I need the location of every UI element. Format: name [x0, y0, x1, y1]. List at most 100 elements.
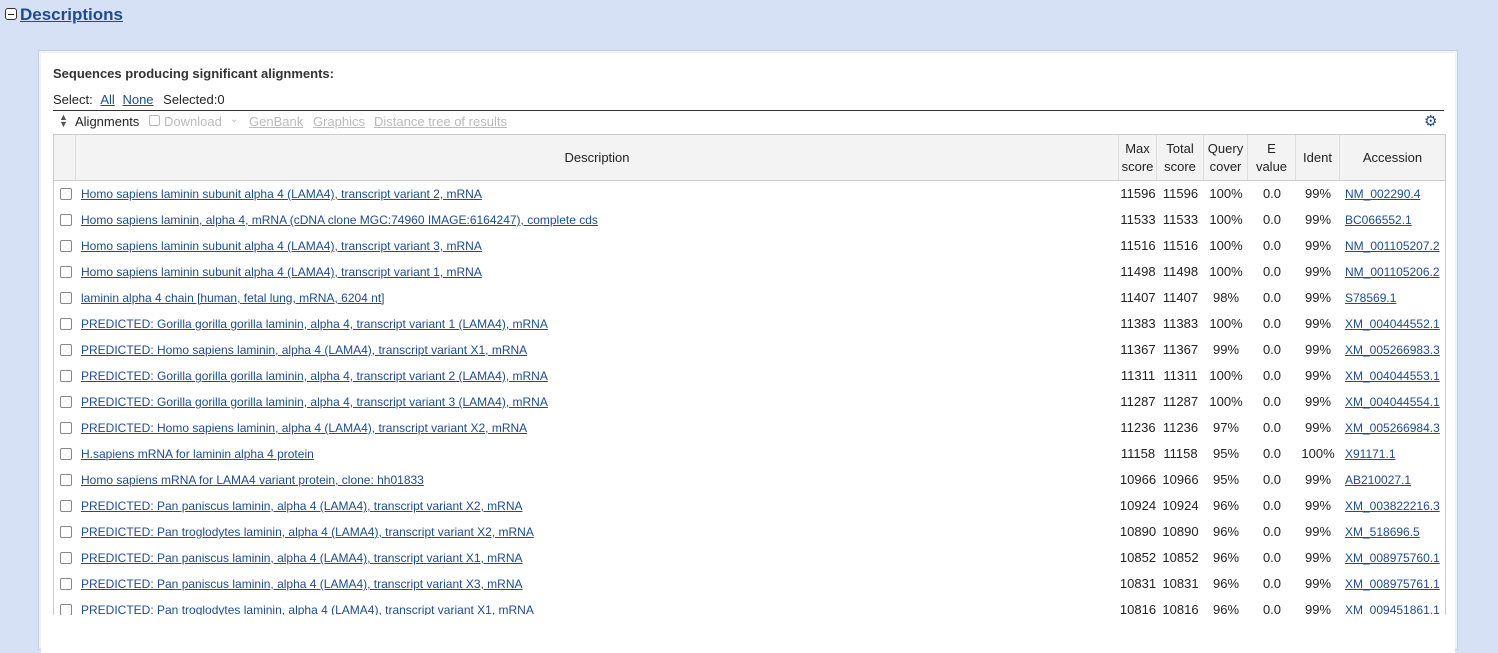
header-query-cover[interactable]: Query cover — [1204, 135, 1248, 180]
e-value-cell: 0.0 — [1262, 498, 1282, 513]
row-checkbox[interactable] — [60, 526, 72, 538]
max-score-cell: 10924 — [1119, 498, 1157, 513]
row-checkbox[interactable] — [60, 214, 72, 226]
description-link[interactable]: Homo sapiens laminin subunit alpha 4 (LA… — [81, 239, 482, 253]
header-e-value[interactable]: Evalue — [1248, 135, 1296, 180]
section-title[interactable]: Descriptions — [20, 5, 123, 25]
total-score-cell: 10852 — [1162, 550, 1199, 565]
description-link[interactable]: PREDICTED: Gorilla gorilla gorilla lamin… — [81, 395, 548, 409]
row-checkbox[interactable] — [60, 474, 72, 486]
row-checkbox[interactable] — [60, 344, 72, 356]
header-max-score[interactable]: Max score — [1119, 135, 1157, 180]
row-checkbox[interactable] — [60, 318, 72, 330]
ident-cell: 99% — [1304, 368, 1332, 383]
total-score-cell: 11158 — [1163, 446, 1198, 461]
description-link[interactable]: PREDICTED: Homo sapiens laminin, alpha 4… — [81, 343, 527, 357]
table-header: Description Max score Total score Query cov… — [54, 135, 1445, 181]
description-link[interactable]: PREDICTED: Pan troglodytes laminin, alph… — [81, 525, 534, 539]
e-value-cell: 0.0 — [1262, 576, 1282, 591]
ident-cell: 99% — [1304, 602, 1332, 615]
query-cover-cell: 96% — [1212, 524, 1240, 539]
distance-tree-link[interactable]: Distance tree of results — [374, 114, 507, 129]
e-value-cell: 0.0 — [1262, 602, 1282, 615]
total-score-cell: 11533 — [1162, 212, 1199, 227]
accession-link[interactable]: NM_001105206.2 — [1345, 265, 1440, 279]
accession-link[interactable]: NM_002290.4 — [1345, 187, 1420, 201]
row-checkbox[interactable] — [60, 188, 72, 200]
description-link[interactable]: Homo sapiens laminin subunit alpha 4 (LA… — [81, 265, 482, 279]
row-checkbox[interactable] — [60, 292, 72, 304]
accession-link[interactable]: XM_005266984.3 — [1345, 421, 1440, 435]
accession-link[interactable]: S78569.1 — [1345, 291, 1396, 305]
description-link[interactable]: PREDICTED: Pan paniscus laminin, alpha 4… — [81, 551, 523, 565]
accession-link[interactable]: AB210027.1 — [1345, 473, 1411, 487]
description-link[interactable]: PREDICTED: Gorilla gorilla gorilla lamin… — [81, 369, 548, 383]
accession-link[interactable]: XM_008975760.1 — [1345, 551, 1440, 565]
header-description[interactable]: Description — [76, 135, 1119, 180]
total-score-cell: 10831 — [1162, 576, 1199, 591]
e-value-cell: 0.0 — [1262, 186, 1282, 201]
accession-link[interactable]: XM_518696.5 — [1345, 525, 1420, 539]
query-cover-cell: 96% — [1212, 498, 1240, 513]
description-link[interactable]: PREDICTED: Pan paniscus laminin, alpha 4… — [81, 499, 523, 513]
row-checkbox[interactable] — [60, 396, 72, 408]
row-checkbox[interactable] — [60, 370, 72, 382]
description-link[interactable]: PREDICTED: Pan paniscus laminin, alpha 4… — [81, 577, 523, 591]
accession-link[interactable]: XM_004044553.1 — [1345, 369, 1440, 383]
gear-icon[interactable]: ⚙ — [1424, 114, 1438, 129]
max-score-cell: 10890 — [1119, 524, 1157, 539]
row-checkbox[interactable] — [60, 448, 72, 460]
table-row: PREDICTED: Gorilla gorilla gorilla lamin… — [54, 311, 1445, 337]
description-link[interactable]: PREDICTED: Gorilla gorilla gorilla lamin… — [81, 317, 548, 331]
description-link[interactable]: laminin alpha 4 chain [human, fetal lung… — [81, 291, 385, 305]
genbank-link[interactable]: GenBank — [249, 114, 303, 129]
description-link[interactable]: Homo sapiens laminin subunit alpha 4 (LA… — [81, 187, 482, 201]
query-cover-cell: 100% — [1209, 394, 1243, 409]
select-all-link[interactable]: All — [100, 92, 114, 107]
accession-link[interactable]: XM_009451861.1 — [1345, 603, 1440, 615]
description-link[interactable]: Homo sapiens mRNA for LAMA4 variant prot… — [81, 473, 424, 487]
e-value-cell: 0.0 — [1262, 316, 1282, 331]
header-total-score[interactable]: Total score — [1157, 135, 1204, 180]
query-cover-cell: 95% — [1212, 446, 1240, 461]
row-checkbox[interactable] — [60, 500, 72, 512]
row-checkbox[interactable] — [60, 552, 72, 564]
row-checkbox[interactable] — [60, 240, 72, 252]
row-checkbox[interactable] — [60, 604, 72, 615]
description-link[interactable]: H.sapiens mRNA for laminin alpha 4 prote… — [81, 447, 314, 461]
sort-icon[interactable]: ▲ ▼ — [59, 113, 69, 129]
accession-link[interactable]: BC066552.1 — [1345, 213, 1412, 227]
description-link[interactable]: PREDICTED: Homo sapiens laminin, alpha 4… — [81, 421, 527, 435]
select-none-link[interactable]: None — [122, 92, 153, 107]
graphics-link[interactable]: Graphics — [313, 114, 365, 129]
accession-link[interactable]: XM_004044552.1 — [1345, 317, 1440, 331]
accession-link[interactable]: XM_005266983.3 — [1345, 343, 1440, 357]
accession-link[interactable]: XM_003822216.3 — [1345, 499, 1440, 513]
accession-link[interactable]: X91171.1 — [1345, 447, 1396, 461]
total-score-cell: 11498 — [1162, 264, 1199, 279]
accession-link[interactable]: XM_004044554.1 — [1345, 395, 1440, 409]
header-accession[interactable]: Accession — [1340, 135, 1445, 180]
query-cover-cell: 98% — [1212, 290, 1240, 305]
download-button[interactable]: Download — [164, 114, 222, 129]
e-value-cell: 0.0 — [1262, 394, 1282, 409]
header-ident[interactable]: Ident — [1296, 135, 1340, 180]
max-score-cell: 11407 — [1120, 290, 1156, 305]
table-row: PREDICTED: Gorilla gorilla gorilla lamin… — [54, 389, 1445, 415]
row-checkbox[interactable] — [60, 578, 72, 590]
description-link[interactable]: Homo sapiens laminin, alpha 4, mRNA (cDN… — [81, 213, 598, 227]
alignments-button[interactable]: Alignments — [75, 114, 139, 129]
row-checkbox[interactable] — [60, 266, 72, 278]
query-cover-cell: 96% — [1212, 576, 1240, 591]
row-checkbox[interactable] — [60, 422, 72, 434]
description-link[interactable]: PREDICTED: Pan troglodytes laminin, alph… — [81, 603, 534, 615]
query-cover-cell: 100% — [1209, 368, 1243, 383]
collapse-icon[interactable] — [5, 8, 17, 20]
accession-link[interactable]: NM_001105207.2 — [1345, 239, 1440, 253]
ident-cell: 100% — [1301, 446, 1335, 461]
total-score-cell: 11311 — [1163, 368, 1198, 383]
accession-link[interactable]: XM_008975761.1 — [1345, 577, 1440, 591]
results-table: Description Max score Total score Query cov… — [53, 134, 1446, 615]
results-toolbar: ▲ ▼ Alignments Download ⌄ GenBank Graphic… — [53, 110, 1444, 133]
total-score-cell: 11596 — [1162, 186, 1199, 201]
